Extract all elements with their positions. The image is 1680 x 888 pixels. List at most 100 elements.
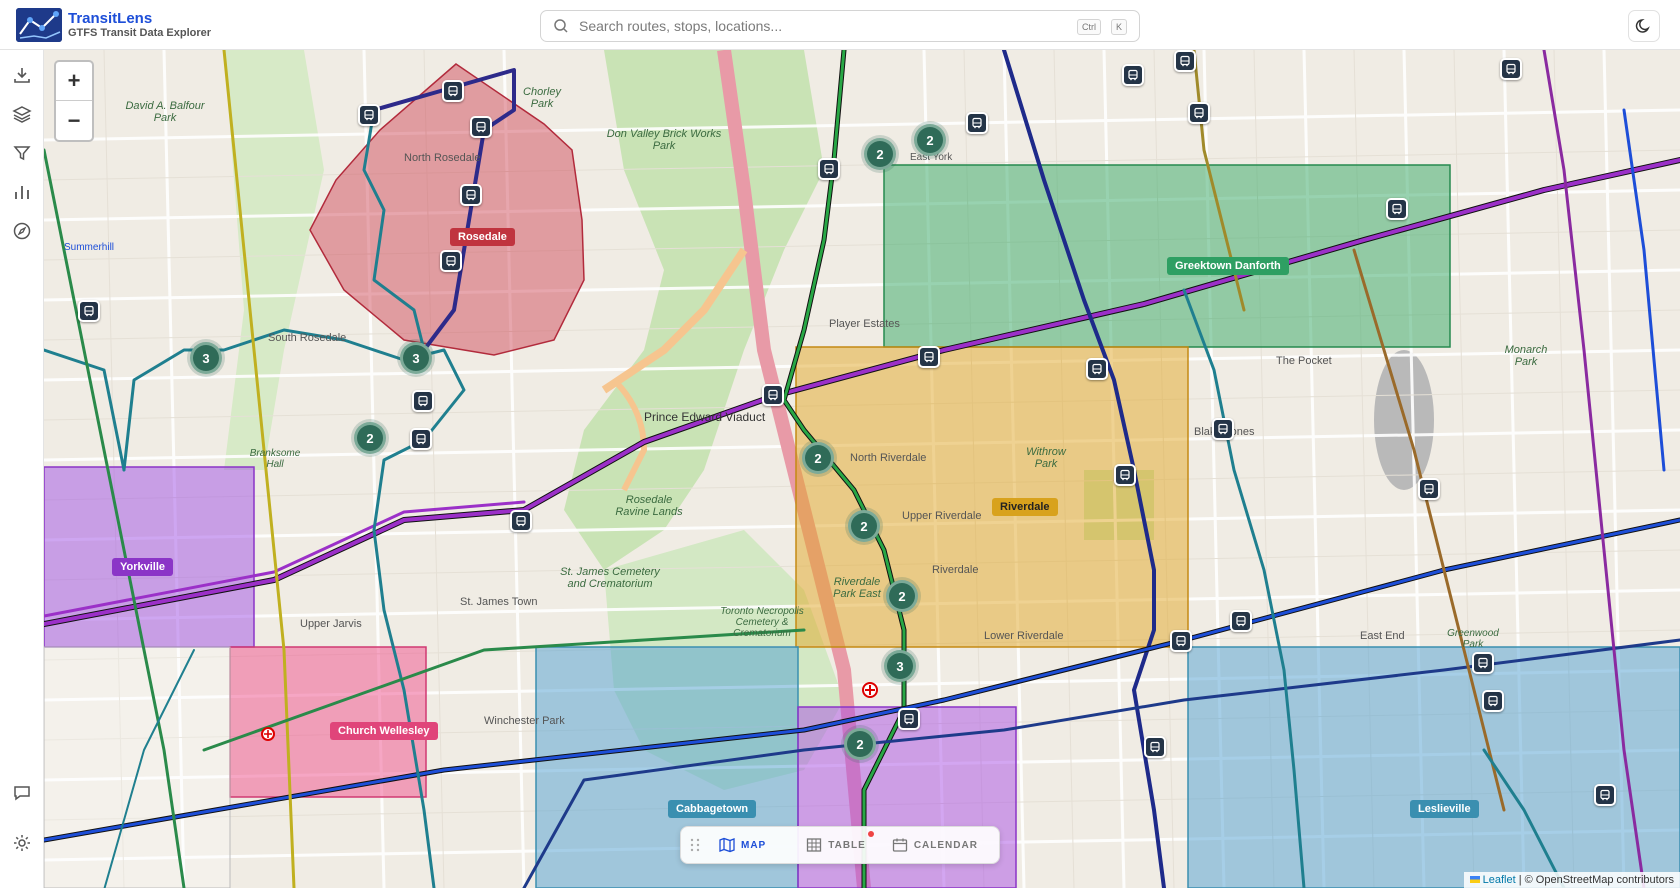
stop-cluster[interactable]: 2 (354, 422, 386, 454)
filter-icon (13, 146, 31, 161)
logo (16, 8, 62, 42)
bus-stop[interactable] (410, 428, 432, 450)
area-label-cabbagetown[interactable]: Cabbagetown (668, 800, 757, 818)
bus-stop[interactable] (762, 384, 784, 406)
bus-stop[interactable] (1144, 736, 1166, 758)
zoom-in-button[interactable]: + (56, 62, 92, 101)
zoom-out-button[interactable]: − (56, 101, 92, 140)
stop-cluster[interactable]: 2 (914, 124, 946, 156)
place-branksome-hall: Branksome Hall (249, 448, 301, 470)
area-label-rosedale[interactable]: Rosedale (450, 228, 515, 246)
stop-cluster[interactable]: 3 (884, 650, 916, 682)
park-david-balfour: David A. Balfour Park (125, 100, 205, 124)
download-button[interactable] (9, 62, 35, 88)
app-title: TransitLens (68, 10, 153, 27)
bus-stop[interactable] (1114, 464, 1136, 486)
bus-stop[interactable] (918, 346, 940, 368)
bus-stop[interactable] (470, 116, 492, 138)
search-input[interactable] (579, 18, 1049, 34)
search-bar[interactable]: Ctrl K (540, 10, 1140, 42)
bus-stop[interactable] (1386, 198, 1408, 220)
area-label-greektown-danforth[interactable]: Greektown Danforth (1167, 257, 1289, 275)
bus-stop[interactable] (1170, 630, 1192, 652)
leaflet-link[interactable]: Leaflet (1483, 874, 1516, 886)
place-north-riverdale: North Riverdale (850, 452, 927, 464)
bus-icon (418, 395, 428, 407)
stop-cluster[interactable]: 2 (886, 580, 918, 612)
park-withrow: Withrow Park (1026, 446, 1066, 470)
place-prince-edward-viaduct: Prince Edward Viaduct (644, 410, 766, 424)
bus-stop[interactable] (1500, 58, 1522, 80)
bus-stop[interactable] (510, 510, 532, 532)
tab-calendar[interactable]: CALENDAR (892, 837, 978, 853)
bus-stop[interactable] (1086, 358, 1108, 380)
bus-icon (972, 117, 982, 129)
bus-stop[interactable] (1418, 478, 1440, 500)
place-north-rosedale: North Rosedale (404, 152, 481, 164)
park-monarch: Monarch Park (1504, 344, 1548, 368)
park-st-james-cemetery: St. James Cemetery and Crematorium (560, 566, 660, 590)
place-upper-riverdale: Upper Riverdale (902, 510, 982, 522)
osm-attribution: | © OpenStreetMap contributors (1518, 874, 1674, 886)
place-winchester-park: Winchester Park (484, 715, 565, 727)
area-label-leslieville[interactable]: Leslieville (1410, 800, 1479, 818)
park-riverdale-park-east: Riverdale Park East (833, 576, 881, 600)
stop-cluster[interactable]: 2 (864, 138, 896, 170)
bus-stop[interactable] (1482, 690, 1504, 712)
bus-stop[interactable] (1230, 610, 1252, 632)
bus-stop[interactable] (1472, 652, 1494, 674)
app-subtitle: GTFS Transit Data Explorer (68, 27, 212, 39)
layers-button[interactable] (9, 101, 35, 127)
bus-stop[interactable] (1212, 418, 1234, 440)
bus-icon (824, 163, 834, 175)
bus-stop[interactable] (1188, 102, 1210, 124)
stop-cluster[interactable]: 3 (400, 342, 432, 374)
kbd-ctrl: Ctrl (1077, 19, 1101, 35)
area-label-church-wellesley[interactable]: Church Wellesley (330, 722, 438, 740)
stop-cluster[interactable]: 2 (802, 442, 834, 474)
bus-stop[interactable] (460, 184, 482, 206)
bus-stop[interactable] (78, 300, 100, 322)
settings-icon (14, 835, 30, 851)
bus-stop[interactable] (1594, 784, 1616, 806)
theme-toggle-button[interactable] (1628, 10, 1660, 42)
drag-handle-icon[interactable] (685, 835, 705, 855)
tab-calendar-label: CALENDAR (913, 839, 978, 851)
bus-stop[interactable] (898, 708, 920, 730)
table-icon (807, 838, 822, 852)
settings-button[interactable] (9, 830, 35, 856)
feedback-button[interactable] (9, 780, 35, 806)
place-riverdale: Riverdale (932, 564, 979, 576)
tab-map[interactable]: MAP (719, 837, 766, 853)
layers-icon (12, 106, 32, 123)
place-the-pocket: The Pocket (1276, 355, 1332, 367)
brand[interactable]: TransitLens GTFS Transit Data Explorer (16, 8, 211, 42)
notification-dot (867, 831, 874, 837)
bus-icon (1424, 483, 1434, 495)
bus-stop[interactable] (412, 390, 434, 412)
stop-cluster[interactable]: 2 (844, 728, 876, 760)
place-summerhill: Summerhill (64, 242, 115, 253)
stop-cluster[interactable]: 2 (848, 510, 880, 542)
bus-stop[interactable] (440, 250, 462, 272)
explore-button[interactable] (9, 218, 35, 244)
bus-stop[interactable] (1122, 64, 1144, 86)
bus-stop[interactable] (818, 158, 840, 180)
chat-icon (14, 786, 30, 801)
bus-stop[interactable] (442, 80, 464, 102)
bus-stop[interactable] (358, 104, 380, 126)
bus-icon (1128, 69, 1138, 81)
filter-button[interactable] (9, 140, 35, 166)
bus-stop[interactable] (966, 112, 988, 134)
bus-icon (1180, 55, 1190, 67)
tab-table[interactable]: TABLE (806, 831, 874, 853)
stop-cluster[interactable]: 3 (190, 342, 222, 374)
map-icon (719, 837, 735, 853)
bus-icon (904, 713, 914, 725)
bus-stop[interactable] (1174, 50, 1196, 72)
area-label-riverdale[interactable]: Riverdale (992, 498, 1058, 516)
moon-icon (1635, 18, 1650, 33)
chart-button[interactable] (9, 179, 35, 205)
transit-map[interactable]: North Rosedale South Rosedale Prince Edw… (44, 50, 1680, 888)
area-label-yorkville[interactable]: Yorkville (112, 558, 174, 576)
